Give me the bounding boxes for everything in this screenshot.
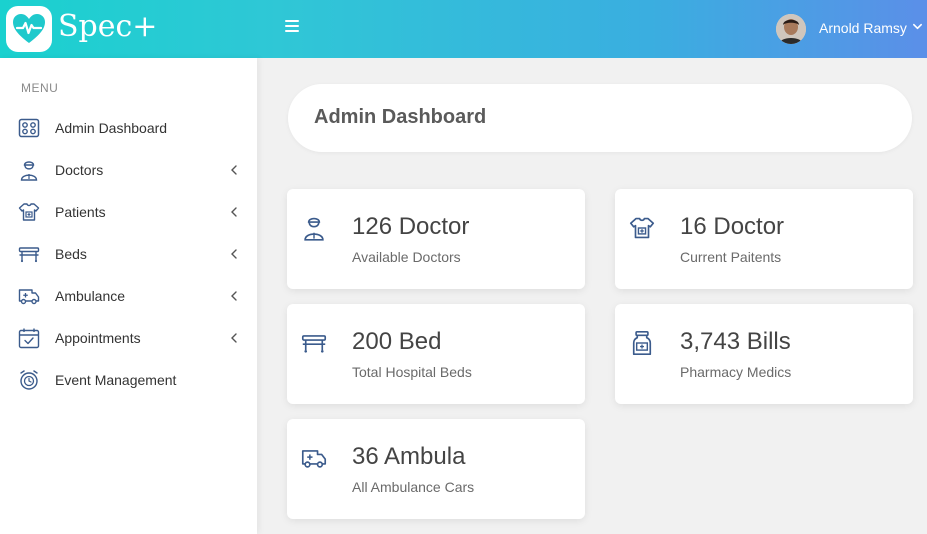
user-name[interactable]: Arnold Ramsy	[819, 20, 907, 36]
chevron-down-icon[interactable]	[912, 21, 923, 32]
dashboard-icon	[18, 118, 40, 138]
event-icon	[20, 370, 38, 390]
stat-card-bills[interactable]: 3,743 Bills Pharmacy Medics	[615, 304, 913, 404]
avatar[interactable]	[776, 14, 806, 44]
menu-section-title: MENU	[21, 81, 59, 95]
page-title: Admin Dashboard	[314, 106, 487, 128]
sidebar-item-patients[interactable]: Patients	[0, 194, 257, 230]
chevron-left-icon	[231, 165, 237, 175]
sidebar-item-label: Appointments	[55, 330, 141, 346]
stat-card-beds[interactable]: 200 Bed Total Hospital Beds	[287, 304, 585, 404]
logo[interactable]	[6, 6, 52, 52]
ambulance-icon	[18, 289, 40, 305]
chevron-left-icon	[231, 291, 237, 301]
stat-card-ambulance[interactable]: 36 Ambula All Ambulance Cars	[287, 419, 585, 519]
sidebar-item-appointments[interactable]: Appointments	[0, 320, 257, 356]
stat-card-doctors[interactable]: 126 Doctor Available Doctors	[287, 189, 585, 289]
hamburger-line	[285, 30, 299, 32]
hamburger-line	[285, 20, 299, 22]
sidebar-item-beds[interactable]: Beds	[0, 236, 257, 272]
stat-label: All Ambulance Cars	[352, 479, 475, 495]
top-bar: Spec+ Arnold Ramsy	[0, 0, 927, 58]
bed-icon	[301, 335, 327, 353]
chevron-left-icon	[231, 249, 237, 259]
doctor-icon	[20, 161, 38, 181]
chevron-left-icon	[231, 207, 237, 217]
sidebar-item-label: Patients	[55, 204, 106, 220]
stat-value: 3,743 Bills	[680, 328, 791, 355]
stat-card-patients[interactable]: 16 Doctor Current Paitents	[615, 189, 913, 289]
patient-icon	[629, 217, 655, 239]
sidebar-item-admin-dashboard[interactable]: Admin Dashboard	[0, 110, 257, 146]
sidebar-item-doctors[interactable]: Doctors	[0, 152, 257, 188]
sidebar-item-event-management[interactable]: Event Management	[0, 362, 257, 398]
chevron-left-icon	[231, 333, 237, 343]
sidebar-item-label: Ambulance	[55, 288, 126, 304]
user-photo	[776, 14, 806, 44]
hamburger-line	[285, 25, 299, 27]
stat-label: Available Doctors	[352, 249, 461, 265]
sidebar-item-label: Admin Dashboard	[55, 120, 168, 136]
medicine-bottle-icon	[632, 330, 652, 356]
sidebar-item-ambulance[interactable]: Ambulance	[0, 278, 257, 314]
patient-icon	[18, 203, 40, 221]
stat-label: Pharmacy Medics	[680, 364, 792, 380]
sidebar: MENU Admin Dashboard Doctors Patients Be…	[0, 58, 257, 534]
doctor-icon	[304, 217, 324, 241]
stat-label: Current Paitents	[680, 249, 782, 265]
page-header-card: Admin Dashboard	[288, 84, 912, 152]
stat-value: 36 Ambula	[352, 443, 466, 470]
menu-toggle-button[interactable]	[285, 20, 299, 34]
stat-value: 126 Doctor	[352, 213, 470, 240]
bed-icon	[18, 247, 40, 263]
stat-value: 16 Doctor	[680, 213, 785, 240]
sidebar-item-label: Doctors	[55, 162, 104, 178]
ambulance-icon	[301, 450, 327, 468]
heart-pulse-icon	[13, 14, 45, 43]
sidebar-item-label: Beds	[55, 246, 87, 262]
brand-name: Spec+	[58, 9, 158, 44]
calendar-icon	[18, 328, 40, 349]
stat-value: 200 Bed	[352, 328, 442, 355]
stat-label: Total Hospital Beds	[352, 364, 472, 380]
sidebar-item-label: Event Management	[55, 372, 177, 388]
